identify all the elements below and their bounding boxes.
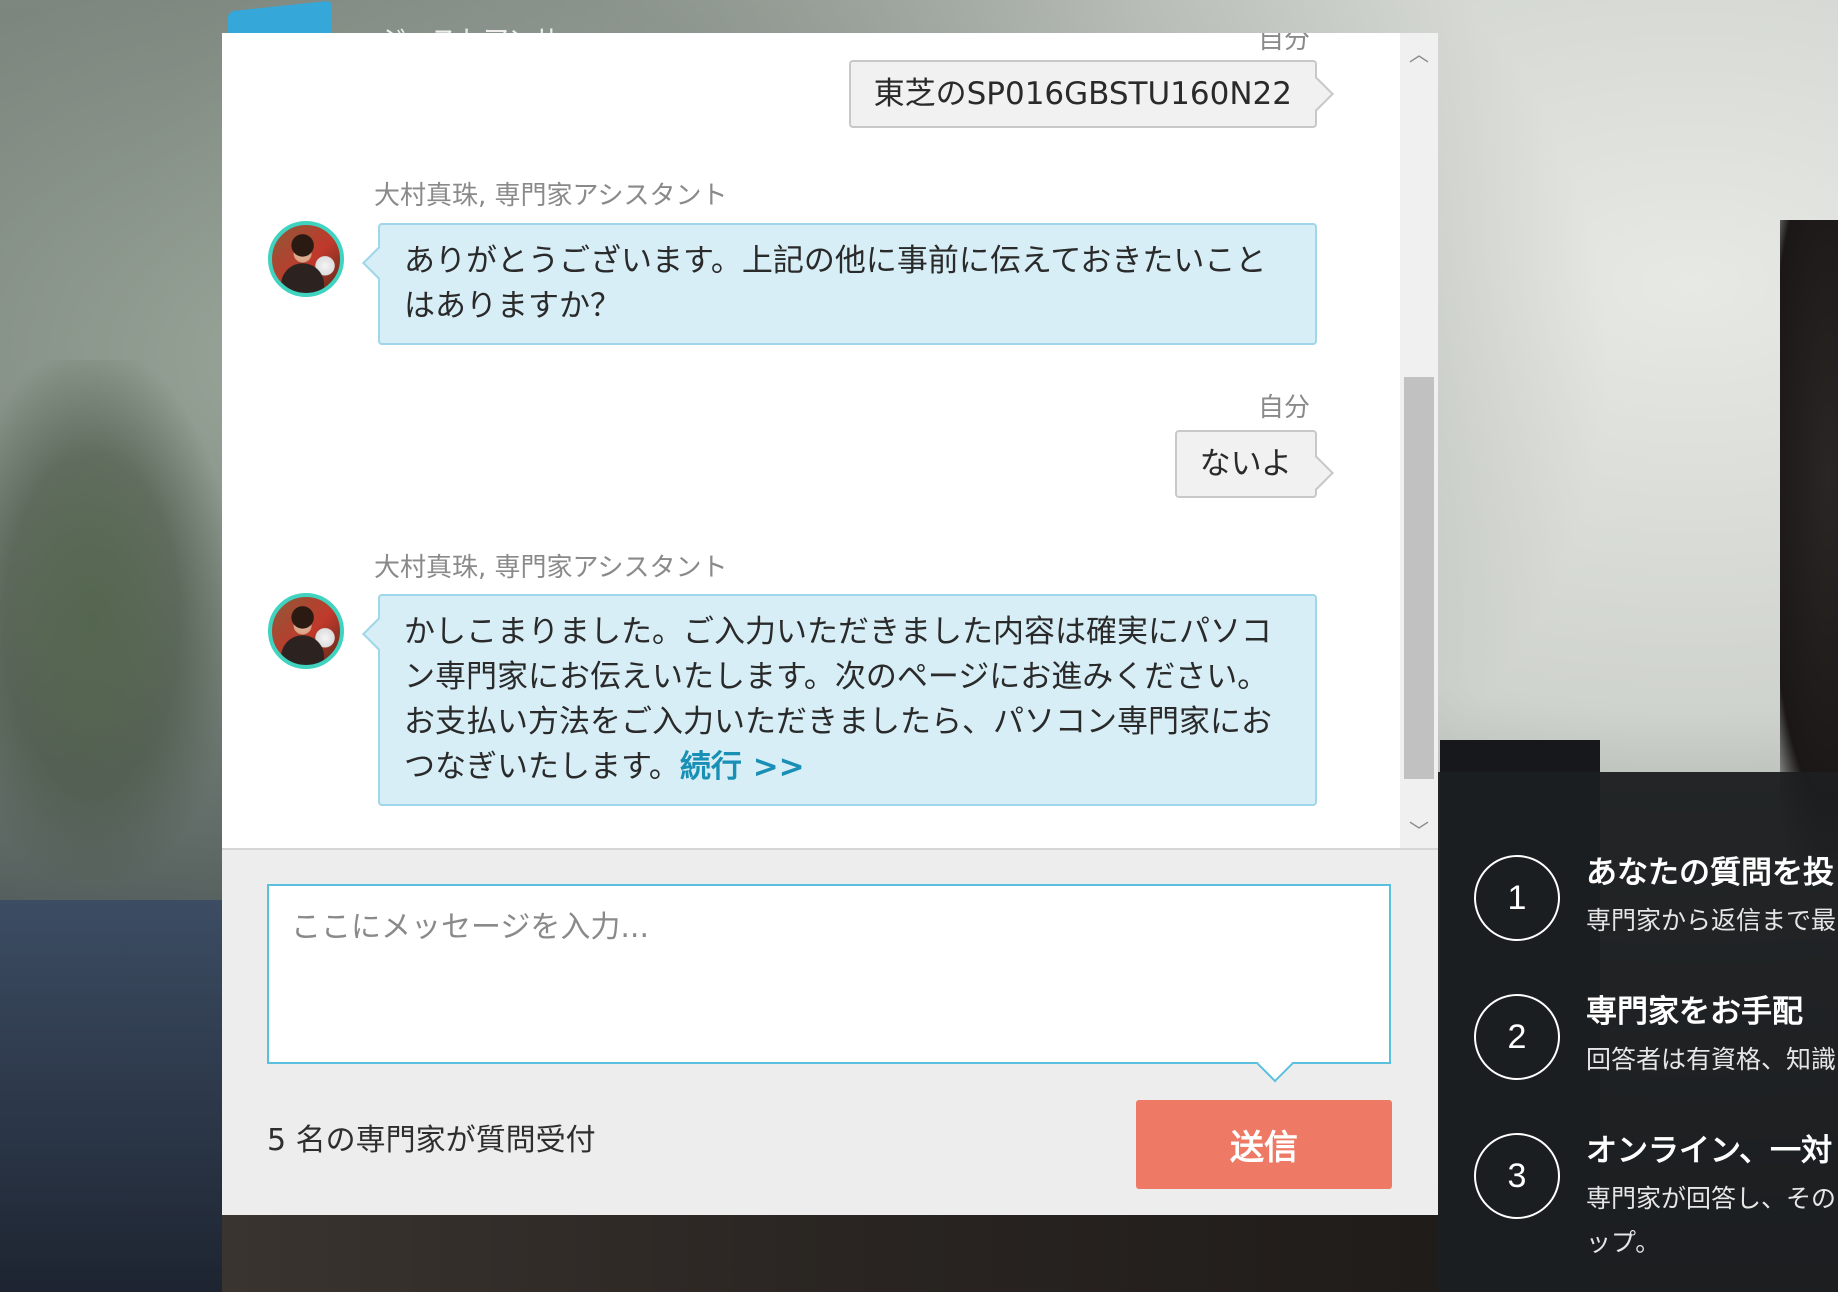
step-title: オンライン、一対	[1586, 1133, 1833, 1169]
agent-avatar	[268, 593, 344, 669]
step-description-line: 専門家が回答し、その	[1586, 1184, 1837, 1213]
how-it-works-panel: 1 あなたの質問を投 専門家から返信まで最 2 専門家をお手配 回答者は有資格、…	[1438, 772, 1838, 1292]
message-bubble-me: 東芝のSP016GBSTU160N22	[848, 60, 1317, 128]
message-composer: 5 名の専門家が質問受付 送信	[222, 848, 1438, 1215]
step-number: 3	[1474, 1133, 1560, 1219]
sender-label-agent: 大村真珠, 専門家アシスタント	[374, 553, 728, 583]
sender-label-agent: 大村真珠, 専門家アシスタント	[374, 181, 728, 211]
chevron-down-icon: ﹀	[1409, 818, 1429, 843]
step-description: 専門家が回答し、その ップ。	[1586, 1177, 1836, 1265]
step-title: あなたの質問を投	[1586, 855, 1834, 891]
send-button[interactable]: 送信	[1136, 1100, 1392, 1189]
message-list: 自分 東芝のSP016GBSTU160N22 大村真珠, 専門家アシスタント あ…	[222, 33, 1400, 848]
background-person	[1780, 220, 1838, 860]
step-description: 回答者は有資格、知識	[1586, 1045, 1837, 1074]
step-description: 専門家から返信まで最	[1586, 906, 1837, 935]
scroll-down-button[interactable]: ﹀	[1400, 810, 1438, 848]
step-number: 1	[1474, 855, 1560, 941]
message-scrollbar[interactable]: ︿ ﹀	[1400, 33, 1438, 848]
background-plant	[0, 360, 230, 880]
message-bubble-me: ないよ	[1174, 430, 1317, 498]
sender-label-me: 自分	[1257, 393, 1310, 423]
scrollbar-thumb[interactable]	[1404, 377, 1434, 779]
chat-window: 自分 東芝のSP016GBSTU160N22 大村真珠, 専門家アシスタント あ…	[222, 33, 1438, 1215]
background-desk	[222, 1215, 1438, 1292]
message-bubble-agent: ありがとうございます。上記の他に事前に伝えておきたいことはありますか？	[378, 223, 1317, 345]
expert-count-label: 5 名の専門家が質問受付	[267, 1123, 596, 1158]
sender-label-me: 自分	[1257, 33, 1310, 55]
background-blue-panel	[0, 900, 230, 1292]
step-title: 専門家をお手配	[1586, 994, 1803, 1030]
scroll-up-button[interactable]: ︿	[1400, 33, 1438, 71]
message-input[interactable]	[267, 884, 1391, 1064]
agent-avatar	[268, 221, 344, 297]
step-description-line: ップ。	[1586, 1228, 1661, 1257]
chevron-up-icon: ︿	[1409, 41, 1429, 66]
message-bubble-agent: かしこまりました。ご入力いただきました内容は確実にパソコン専門家にお伝えいたしま…	[378, 594, 1317, 806]
step-number: 2	[1474, 994, 1560, 1080]
continue-link[interactable]: 続行 >>	[680, 749, 805, 785]
message-text: かしこまりました。ご入力いただきました内容は確実にパソコン専門家にお伝えいたしま…	[404, 614, 1272, 785]
